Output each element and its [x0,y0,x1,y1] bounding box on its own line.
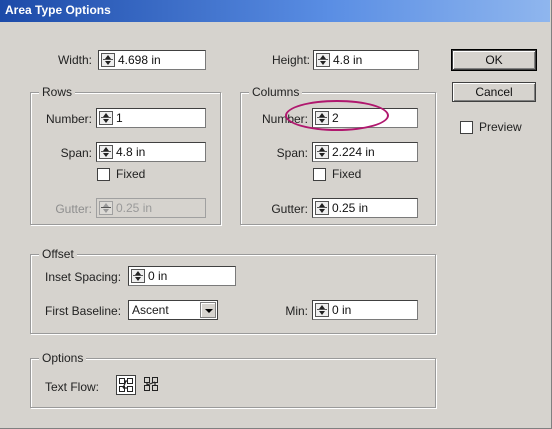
options-legend: Options [39,351,87,365]
ok-button[interactable]: OK [451,49,537,71]
rows-span-stepper-icon[interactable] [99,145,113,159]
min-stepper-icon[interactable] [315,303,329,317]
rows-number-stepper-icon[interactable] [99,111,113,125]
columns-span-value: 2.224 in [332,145,375,159]
text-flow-rows-icon[interactable] [116,375,136,395]
width-stepper-icon[interactable] [101,53,115,67]
rows-gutter-label: Gutter: [55,202,92,216]
columns-gutter-label: Gutter: [271,202,308,216]
rows-span-label: Span: [60,146,92,160]
columns-span-label: Span: [276,146,308,160]
inset-spacing-stepper-icon[interactable] [131,269,145,283]
text-flow-columns-icon[interactable] [142,375,162,395]
rows-fixed-checkbox[interactable] [97,168,110,181]
preview-checkbox[interactable] [460,121,473,134]
columns-fixed-label: Fixed [332,167,362,181]
rows-legend: Rows [39,85,76,99]
rows-fixed-label: Fixed [116,167,146,181]
columns-gutter-value: 0.25 in [332,201,369,215]
columns-span-field[interactable]: 2.224 in [312,142,418,162]
rows-number-label: Number: [45,112,92,126]
first-baseline-value: Ascent [132,303,169,317]
columns-gutter-field[interactable]: 0.25 in [312,198,418,218]
highlight-ellipse [285,100,389,131]
first-baseline-label: First Baseline: [45,304,122,318]
rows-span-value: 4.8 in [116,145,146,159]
rows-span-field[interactable]: 4.8 in [96,142,206,162]
first-baseline-dropdown[interactable]: Ascent [128,300,218,320]
title-bar[interactable]: Area Type Options [0,0,550,22]
columns-legend: Columns [249,85,303,99]
rows-number-field[interactable]: 1 [96,108,206,128]
height-stepper-icon[interactable] [316,53,330,67]
width-label: Width: [57,53,92,67]
offset-legend: Offset [39,247,77,261]
columns-fixed-checkbox[interactable] [313,168,326,181]
min-field[interactable]: 0 in [312,300,418,320]
height-label: Height: [271,53,310,67]
window-title: Area Type Options [5,3,111,17]
height-value: 4.8 in [333,53,363,67]
rows-gutter-field: 0.25 in [96,198,206,218]
columns-gutter-stepper-icon[interactable] [315,201,329,215]
chevron-down-icon[interactable] [200,302,216,318]
text-flow-label: Text Flow: [45,380,100,394]
min-label: Min: [285,304,308,318]
inset-spacing-field[interactable]: 0 in [128,266,236,286]
cancel-button[interactable]: Cancel [452,82,536,102]
width-value: 4.698 in [118,53,161,67]
rows-number-value: 1 [116,111,123,125]
inset-spacing-label: Inset Spacing: [45,270,122,284]
width-field[interactable]: 4.698 in [98,50,206,70]
preview-label: Preview [479,120,522,134]
inset-spacing-value: 0 in [148,269,168,283]
rows-gutter-stepper-icon [99,201,113,215]
min-value: 0 in [332,303,352,317]
height-field[interactable]: 4.8 in [313,50,419,70]
area-type-options-dialog: Area Type Options Width: 4.698 in Height… [0,0,552,429]
rows-gutter-value: 0.25 in [116,201,153,215]
columns-span-stepper-icon[interactable] [315,145,329,159]
